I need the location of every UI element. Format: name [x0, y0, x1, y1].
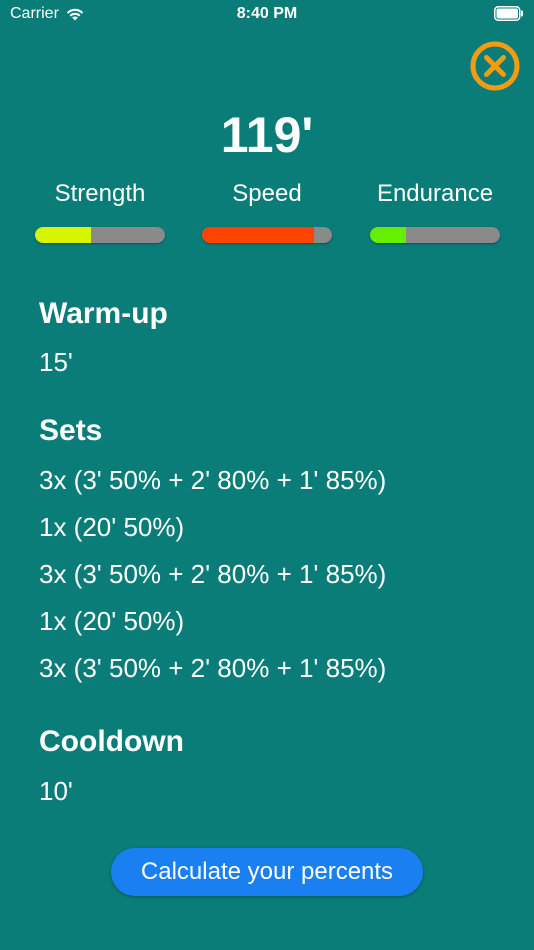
speed-bar-fill: [202, 227, 314, 243]
speed-bar: [202, 227, 332, 243]
warmup-title: Warm-up: [39, 297, 168, 330]
set-item: 1x (20' 50%): [39, 512, 185, 542]
set-item: 3x (3' 50% + 2' 80% + 1' 85%): [39, 653, 387, 683]
strength-bar: [35, 227, 165, 243]
sets-title: Sets: [39, 414, 103, 447]
set-item: 1x (20' 50%): [39, 606, 185, 636]
set-item: 3x (3' 50% + 2' 80% + 1' 85%): [39, 465, 387, 495]
metric-label-endurance: Endurance: [376, 180, 494, 207]
metric-label-speed: Speed: [232, 180, 302, 207]
metric-endurance: Endurance: [350, 178, 520, 243]
warmup-value: 15': [39, 347, 73, 377]
status-time: 8:40 PM: [236, 5, 298, 22]
endurance-bar: [370, 227, 500, 243]
close-button[interactable]: [470, 41, 520, 91]
cooldown-title: Cooldown: [39, 725, 184, 758]
total-time: 119': [220, 107, 314, 163]
status-bar: Carrier 8:40 PM: [0, 0, 534, 30]
cooldown-value: 10': [39, 776, 73, 806]
metric-label-strength: Strength: [54, 180, 146, 207]
battery-icon: [494, 6, 523, 21]
close-circle-icon: [470, 41, 520, 91]
strength-bar-fill: [35, 227, 91, 243]
metric-speed: Speed: [182, 178, 352, 243]
metric-strength: Strength: [15, 178, 185, 243]
set-item: 3x (3' 50% + 2' 80% + 1' 85%): [39, 559, 387, 589]
calculate-percents-button[interactable]: Calculate your percents: [111, 848, 423, 896]
endurance-bar-fill: [370, 227, 407, 243]
